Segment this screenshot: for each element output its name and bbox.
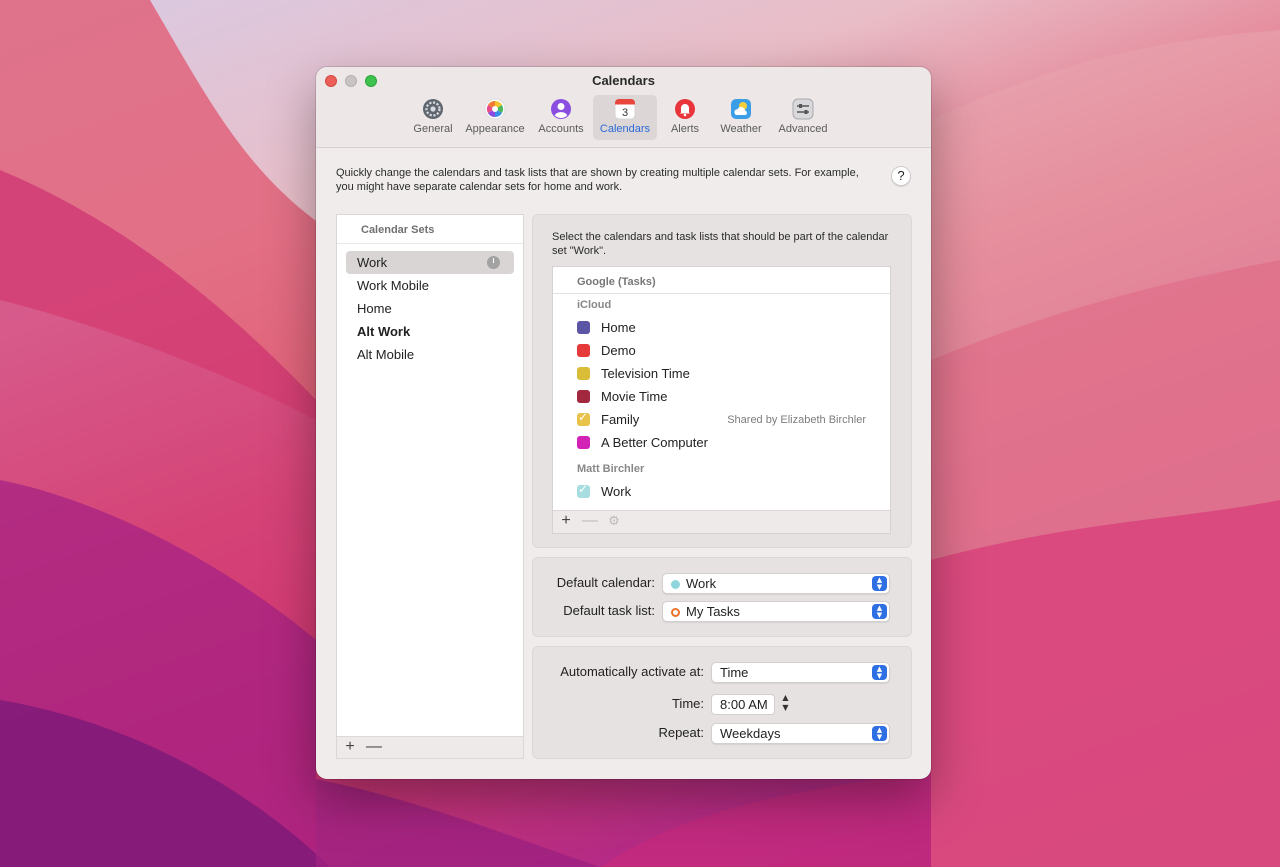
calendar-checkbox[interactable] (577, 482, 590, 498)
calendar-row[interactable]: Demo (553, 339, 890, 362)
repeat-select[interactable]: Weekdays ▲ ▼ (711, 723, 890, 744)
calendar-list-footer: + — ⚙ (553, 510, 890, 533)
gear-icon (422, 98, 444, 120)
tab-advanced[interactable]: Advanced (771, 95, 835, 140)
auto-activate-select[interactable]: Time ▲ ▼ (711, 662, 890, 683)
bell-icon (674, 98, 696, 120)
help-button[interactable]: ? (891, 166, 911, 186)
clock-icon (487, 256, 500, 269)
default-calendar-label: Default calendar: (556, 575, 655, 590)
calendar-row[interactable]: Work (553, 480, 890, 503)
calendar-set-item[interactable]: Work (346, 251, 514, 274)
calendar-sets-footer: + — (337, 736, 523, 758)
preferences-toolbar: General Appearance Accounts 3 Calendars (407, 95, 837, 140)
person-icon (550, 98, 572, 120)
google-tasks-header: Google (Tasks) (553, 267, 890, 294)
calendar-row[interactable]: Family Shared by Elizabeth Birchler (553, 408, 890, 431)
repeat-label: Repeat: (658, 725, 704, 740)
calendar-list: Google (Tasks) iCloud Home Demo Televisi… (552, 266, 891, 534)
remove-calendar-button[interactable]: — (582, 512, 598, 530)
calendar-row[interactable]: Home (553, 316, 890, 339)
task-list-ring-icon (671, 608, 680, 617)
tab-appearance[interactable]: Appearance (461, 95, 529, 140)
calendar-badge: 3 (622, 107, 628, 119)
calendar-checkbox[interactable] (577, 321, 590, 334)
calendar-checkbox[interactable] (577, 344, 590, 357)
window-title: Calendars (592, 73, 655, 88)
calendar-set-item[interactable]: Alt Mobile (346, 343, 514, 366)
add-calendar-button[interactable]: + (558, 512, 574, 530)
calendar-row[interactable]: A Better Computer (553, 431, 890, 454)
title-bar: Calendars General Appearance Accounts 3 … (316, 67, 931, 148)
calendar-checkbox[interactable] (577, 390, 590, 403)
calendar-set-item[interactable]: Home (346, 297, 514, 320)
activation-panel: Automatically activate at: Time ▲ ▼ Time:… (532, 646, 912, 759)
default-calendar-select[interactable]: Work ▲ ▼ (662, 573, 890, 594)
calendar-icon: 3 (614, 98, 636, 120)
calendar-selection-panel: Select the calendars and task lists that… (532, 214, 912, 548)
chevron-updown-icon: ▲ ▼ (872, 604, 887, 619)
remove-set-button[interactable]: — (366, 738, 382, 756)
tab-general[interactable]: General (407, 95, 459, 140)
time-label: Time: (671, 696, 704, 711)
color-wheel-icon (484, 98, 506, 120)
preferences-window: Calendars General Appearance Accounts 3 … (316, 67, 931, 779)
weather-icon (730, 98, 752, 120)
default-task-list-label: Default task list: (563, 603, 655, 618)
selection-intro: Select the calendars and task lists that… (552, 231, 889, 257)
chevron-updown-icon: ▲ ▼ (872, 576, 887, 591)
sliders-icon (792, 98, 814, 120)
time-field[interactable]: 8:00 AM (711, 694, 775, 715)
calendar-checkbox[interactable] (577, 367, 590, 380)
tab-alerts[interactable]: Alerts (659, 95, 711, 140)
shared-by-label: Shared by Elizabeth Birchler (727, 413, 866, 426)
calendar-sets-list: Calendar Sets Work Work Mobile Home Alt … (336, 214, 524, 759)
calendar-checkbox[interactable] (577, 410, 590, 426)
default-task-list-select[interactable]: My Tasks ▲ ▼ (662, 601, 890, 622)
calendar-row[interactable]: Television Time (553, 362, 890, 385)
calendar-sets-header: Calendar Sets (337, 215, 523, 244)
tab-accounts[interactable]: Accounts (531, 95, 591, 140)
tab-calendars[interactable]: 3 Calendars (593, 95, 657, 140)
defaults-panel: Default calendar: Work ▲ ▼ Default task l… (532, 557, 912, 637)
calendar-set-item[interactable]: Alt Work (346, 320, 514, 343)
chevron-updown-icon: ▲ ▼ (872, 665, 887, 680)
chevron-updown-icon: ▲ ▼ (872, 726, 887, 741)
group-header-matt-birchler: Matt Birchler (577, 463, 645, 475)
group-header-icloud: iCloud (577, 299, 612, 311)
calendar-row[interactable]: Movie Time (553, 385, 890, 408)
calendar-sets-description: Quickly change the calendars and task li… (336, 167, 859, 193)
calendar-color-dot (671, 580, 680, 589)
calendar-set-item[interactable]: Work Mobile (346, 274, 514, 297)
tab-weather[interactable]: Weather (713, 95, 769, 140)
add-set-button[interactable]: + (342, 738, 358, 756)
calendar-checkbox[interactable] (577, 436, 590, 449)
time-stepper[interactable]: ▲ ▼ (779, 693, 792, 715)
auto-activate-label: Automatically activate at: (560, 664, 704, 679)
gear-icon[interactable]: ⚙ (606, 512, 622, 530)
